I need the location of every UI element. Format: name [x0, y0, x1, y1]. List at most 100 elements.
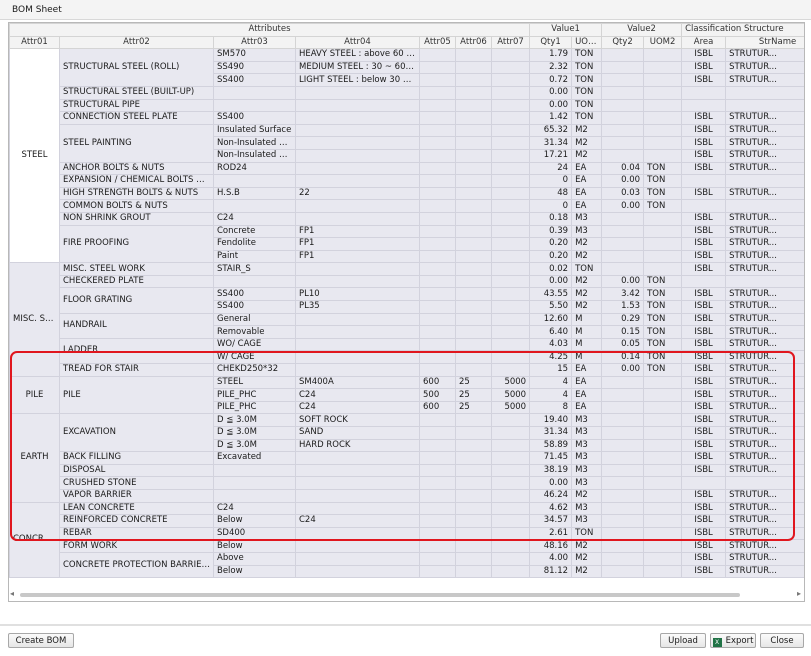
uom1-cell[interactable]: M: [571, 337, 603, 352]
uom2-cell[interactable]: [643, 564, 683, 579]
uom1-cell[interactable]: EA: [571, 400, 603, 415]
area-cell[interactable]: ISBL: [681, 514, 727, 528]
column-header-attr01[interactable]: Attr01: [9, 35, 60, 50]
attr04-cell[interactable]: [295, 325, 420, 339]
attr03-cell[interactable]: C24: [213, 501, 296, 516]
area-cell[interactable]: ISBL: [681, 249, 727, 264]
attr05-cell[interactable]: [419, 174, 456, 188]
attr05-cell[interactable]: [419, 312, 456, 327]
attr04-cell[interactable]: PL10: [295, 287, 420, 302]
attr07-cell[interactable]: [490, 300, 531, 314]
column-header-attr05[interactable]: Attr05: [419, 35, 456, 50]
qty2-cell[interactable]: 0.14: [601, 350, 645, 365]
strname-cell[interactable]: STRUTUR...: [725, 514, 804, 528]
table-row[interactable]: STEEL STRUCTURAL STEEL (ROLL) SM570 HEAVY S…: [9, 48, 804, 264]
area-cell[interactable]: ISBL: [681, 325, 727, 339]
uom1-cell[interactable]: M3: [571, 476, 603, 490]
table-row[interactable]: STRUCTURAL STEEL (BUILT-UP) 0.00 TON: [10, 85, 804, 100]
strname-cell[interactable]: STRUTUR...: [725, 48, 804, 62]
attr04-cell[interactable]: FP1: [295, 237, 420, 251]
uom1-cell[interactable]: M2: [571, 148, 603, 163]
uom2-cell[interactable]: TON: [643, 325, 683, 339]
attr07-cell[interactable]: [490, 438, 531, 453]
uom2-cell[interactable]: [643, 211, 683, 226]
uom1-cell[interactable]: M3: [571, 463, 603, 478]
area-cell[interactable]: ISBL: [681, 161, 727, 176]
qty2-cell[interactable]: [601, 375, 645, 390]
table-row[interactable]: STEEL PAINTING Insulated Surface 65.32 M2 IS…: [10, 123, 804, 163]
qty1-cell[interactable]: 0.00: [529, 85, 573, 100]
strname-cell[interactable]: STRUTUR...: [725, 337, 804, 352]
area-cell[interactable]: ISBL: [681, 539, 727, 553]
uom1-cell[interactable]: M2: [571, 274, 603, 289]
area-cell[interactable]: ISBL: [681, 438, 727, 453]
attr07-cell[interactable]: [490, 287, 531, 302]
attr06-cell[interactable]: [455, 539, 492, 553]
attr05-cell[interactable]: [419, 488, 456, 503]
qty2-cell[interactable]: [601, 136, 645, 150]
attr04-cell[interactable]: [295, 539, 420, 553]
attr03-cell[interactable]: [213, 463, 296, 478]
uom2-cell[interactable]: [643, 123, 683, 138]
attr05-cell[interactable]: [419, 123, 456, 138]
attr07-cell[interactable]: [490, 224, 531, 239]
attr06-cell[interactable]: [455, 526, 492, 541]
qty2-cell[interactable]: 0.29: [601, 312, 645, 327]
attr03-cell[interactable]: Paint: [213, 249, 296, 264]
strname-cell[interactable]: [725, 174, 804, 188]
qty2-cell[interactable]: [601, 85, 645, 100]
qty2-cell[interactable]: [601, 438, 645, 453]
attr04-cell[interactable]: SOFT ROCK: [295, 413, 420, 427]
uom1-cell[interactable]: M3: [571, 413, 603, 427]
attr07-cell[interactable]: [490, 337, 531, 352]
area-cell[interactable]: ISBL: [681, 73, 727, 87]
attr07-cell[interactable]: [490, 274, 531, 289]
attr04-cell[interactable]: [295, 551, 420, 566]
uom2-cell[interactable]: TON: [643, 312, 683, 327]
uom1-cell[interactable]: M: [571, 325, 603, 339]
uom1-cell[interactable]: M2: [571, 249, 603, 264]
qty2-cell[interactable]: [601, 564, 645, 579]
uom1-cell[interactable]: M3: [571, 426, 603, 440]
area-cell[interactable]: ISBL: [681, 375, 727, 390]
strname-cell[interactable]: STRUTUR...: [725, 224, 804, 239]
attr05-cell[interactable]: [419, 111, 456, 125]
area-cell[interactable]: ISBL: [681, 186, 727, 201]
attr03-cell[interactable]: STAIR_S: [213, 262, 296, 276]
attr04-cell[interactable]: [295, 274, 420, 289]
attr05-cell[interactable]: [419, 274, 456, 289]
attr03-cell[interactable]: [213, 98, 296, 113]
attr04-cell[interactable]: C24: [295, 514, 420, 528]
uom1-cell[interactable]: M: [571, 350, 603, 365]
attr05-cell[interactable]: 600: [419, 400, 456, 415]
area-cell[interactable]: ISBL: [681, 400, 727, 415]
uom2-cell[interactable]: [643, 426, 683, 440]
strname-cell[interactable]: STRUTUR...: [725, 501, 804, 516]
attr06-cell[interactable]: [455, 426, 492, 440]
qty1-cell[interactable]: 4.25: [529, 350, 573, 365]
area-cell[interactable]: ISBL: [681, 300, 727, 314]
qty2-cell[interactable]: [601, 501, 645, 516]
uom2-cell[interactable]: [643, 400, 683, 415]
qty2-cell[interactable]: [601, 60, 645, 75]
table-row[interactable]: NON SHRINK GROUT C24 0.18 M3 ISBL STRUTUR...: [10, 211, 804, 226]
attr05-cell[interactable]: [419, 325, 456, 339]
attr06-cell[interactable]: [455, 551, 492, 566]
attr05-cell[interactable]: [419, 413, 456, 427]
qty2-cell[interactable]: [601, 400, 645, 415]
qty1-cell[interactable]: 0: [529, 199, 573, 213]
attr04-cell[interactable]: [295, 488, 420, 503]
strname-cell[interactable]: STRUTUR...: [725, 249, 804, 264]
qty1-cell[interactable]: 4.00: [529, 551, 573, 566]
uom2-cell[interactable]: TON: [643, 350, 683, 365]
qty2-cell[interactable]: 0.00: [601, 363, 645, 377]
uom1-cell[interactable]: M2: [571, 488, 603, 503]
attr07-cell[interactable]: [490, 73, 531, 87]
area-cell[interactable]: ISBL: [681, 451, 727, 465]
qty1-cell[interactable]: 65.32: [529, 123, 573, 138]
attr04-cell[interactable]: [295, 199, 420, 213]
column-header-qty1[interactable]: Qty1: [529, 35, 573, 50]
attr03-cell[interactable]: [213, 174, 296, 188]
attr06-cell[interactable]: [455, 300, 492, 314]
table-row[interactable]: EARTH EXCAVATION D ≦ 3.0M SOFT ROCK 19.40 M3 I…: [9, 413, 804, 503]
